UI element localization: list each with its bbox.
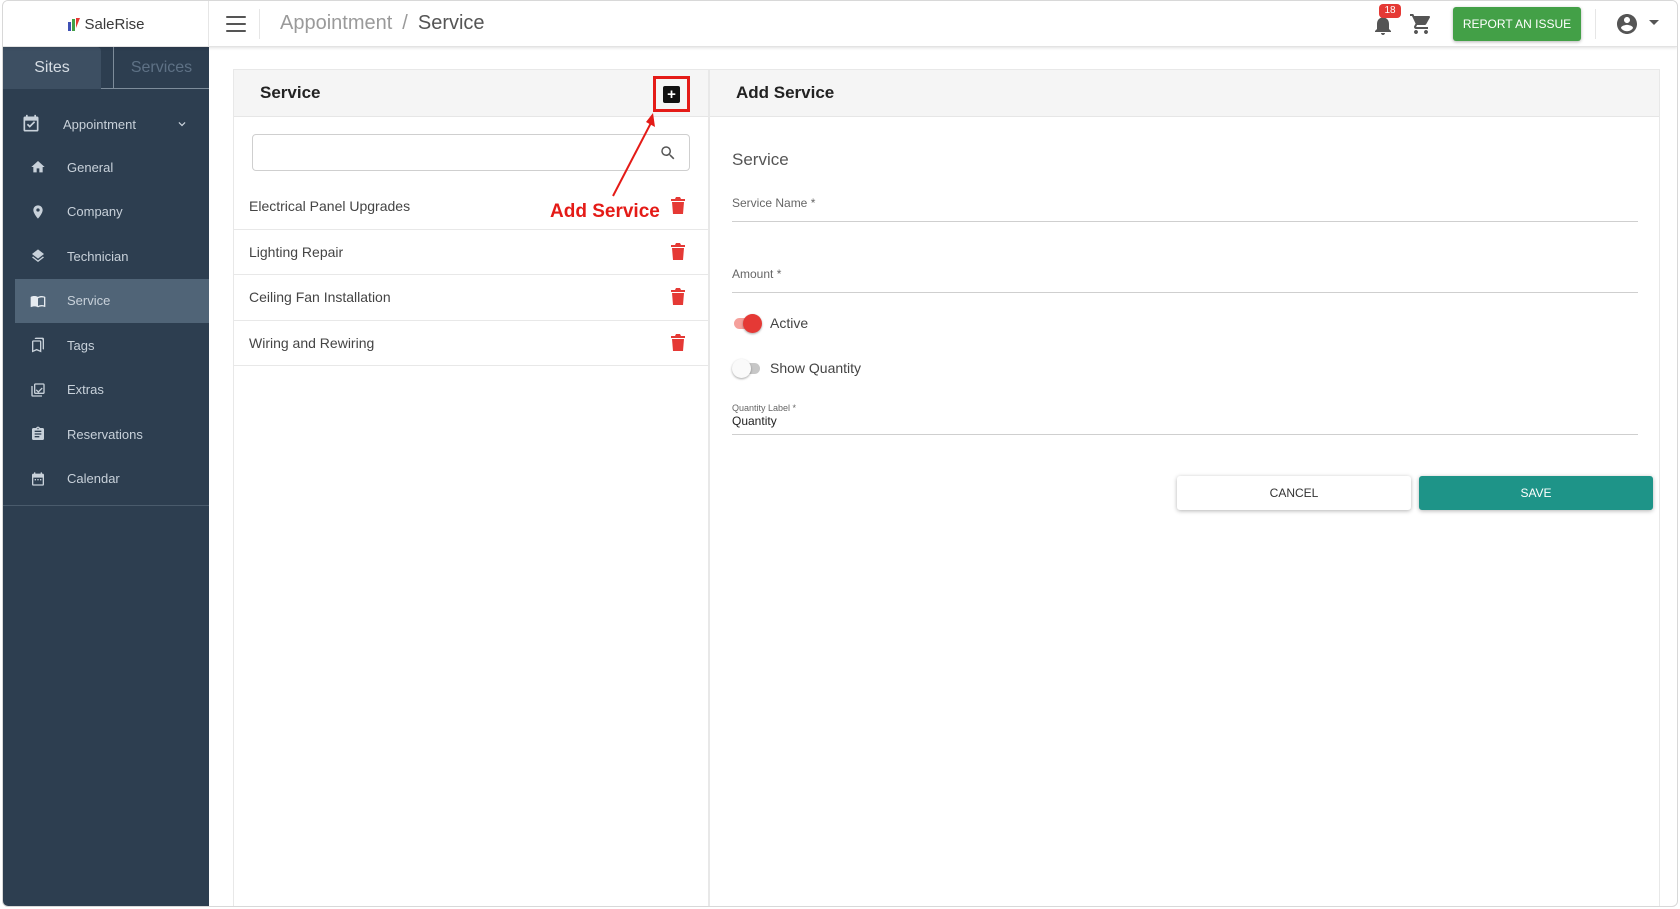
active-toggle[interactable] bbox=[732, 313, 762, 333]
bookmarks-icon bbox=[29, 336, 47, 354]
sidebar-group-label: Appointment bbox=[63, 116, 136, 132]
chevron-down-icon bbox=[178, 122, 186, 127]
add-service-header: Add Service bbox=[710, 70, 1659, 117]
notification-badge: 18 bbox=[1379, 4, 1401, 18]
active-label: Active bbox=[770, 315, 809, 331]
account-circle-icon[interactable] bbox=[1615, 12, 1639, 36]
delete-icon[interactable] bbox=[671, 242, 685, 260]
salerise-logo-icon bbox=[68, 18, 81, 31]
account-dropdown-caret-icon[interactable] bbox=[1649, 20, 1659, 25]
cart-icon[interactable] bbox=[1409, 12, 1433, 36]
service-list-header: Service + bbox=[234, 70, 708, 117]
logo[interactable]: SaleRise bbox=[66, 15, 145, 33]
sidebar-item-tags[interactable]: Tags bbox=[3, 323, 209, 368]
show-quantity-label: Show Quantity bbox=[770, 360, 862, 376]
header-divider-right bbox=[1595, 9, 1596, 39]
sidebar-item-company[interactable]: Company bbox=[3, 190, 209, 235]
annotation-arrow-icon bbox=[612, 113, 655, 197]
show-quantity-toggle[interactable] bbox=[732, 358, 762, 378]
sidebar-divider bbox=[3, 505, 209, 506]
logo-text: SaleRise bbox=[84, 15, 145, 33]
delete-icon[interactable] bbox=[671, 197, 685, 214]
quantity-label-field[interactable]: Quantity Label * Quantity bbox=[732, 403, 1638, 435]
calendar-check-icon bbox=[23, 114, 39, 132]
calendar-icon bbox=[29, 470, 47, 488]
book-icon bbox=[29, 292, 47, 310]
service-name-field[interactable]: Service Name * bbox=[732, 196, 1638, 222]
breadcrumb-separator: / bbox=[402, 12, 408, 34]
sidebar-group-appointment[interactable]: Appointment bbox=[3, 103, 209, 145]
sidebar-item-label: Tags bbox=[67, 337, 95, 353]
layers-icon bbox=[29, 247, 47, 265]
sidebar-item-label: Company bbox=[67, 204, 123, 220]
delete-icon[interactable] bbox=[671, 288, 685, 305]
location-pin-icon bbox=[29, 203, 47, 221]
sidebar-item-label: Service bbox=[67, 293, 111, 309]
breadcrumb: Appointment / Service bbox=[280, 12, 485, 35]
sidebar-tabs: Sites Services bbox=[3, 47, 209, 89]
clipboard-icon bbox=[29, 425, 47, 443]
hamburger-menu-icon[interactable] bbox=[225, 14, 247, 34]
sidebar-item-reservations[interactable]: Reservations bbox=[3, 412, 209, 457]
checklist-icon bbox=[29, 381, 47, 399]
sidebar-item-label: Extras bbox=[67, 382, 104, 398]
amount-label: Amount * bbox=[732, 267, 782, 281]
plus-icon: + bbox=[663, 85, 680, 103]
service-name: Wiring and Rewiring bbox=[249, 334, 375, 351]
sidebar-item-general[interactable]: General bbox=[3, 145, 209, 190]
sidebar: Sites Services Appointment General Compa… bbox=[3, 47, 209, 906]
sidebar-item-label: Technician bbox=[67, 248, 129, 264]
header-divider bbox=[259, 9, 260, 39]
top-bar: SaleRise Appointment / Service 18 REPORT… bbox=[3, 1, 1677, 47]
quantity-label-value[interactable]: Quantity bbox=[732, 414, 1638, 428]
add-service-panel: Add Service Service Service Name * Amoun… bbox=[709, 69, 1660, 906]
save-button[interactable]: SAVE bbox=[1419, 476, 1653, 510]
service-name: Electrical Panel Upgrades bbox=[249, 198, 411, 215]
sidebar-item-label: General bbox=[67, 159, 114, 175]
sidebar-item-service[interactable]: Service bbox=[15, 278, 209, 323]
tab-underline bbox=[101, 88, 113, 89]
sidebar-item-label: Calendar bbox=[67, 471, 120, 487]
service-name: Lighting Repair bbox=[249, 243, 344, 260]
sidebar-item-calendar[interactable]: Calendar bbox=[3, 457, 209, 502]
sidebar-item-extras[interactable]: Extras bbox=[3, 368, 209, 413]
breadcrumb-item-service: Service bbox=[417, 12, 485, 34]
report-issue-button[interactable]: REPORT AN ISSUE bbox=[1453, 7, 1581, 41]
show-quantity-toggle-row: Show Quantity bbox=[732, 358, 861, 378]
list-item[interactable]: Wiring and Rewiring bbox=[234, 321, 708, 366]
sidebar-item-label: Reservations bbox=[67, 426, 143, 442]
app-window: SaleRise Appointment / Service 18 REPORT… bbox=[2, 0, 1678, 907]
cancel-button[interactable]: CANCEL bbox=[1177, 476, 1411, 510]
logo-area: SaleRise bbox=[3, 1, 209, 47]
annotation-label: Add Service bbox=[550, 201, 660, 222]
tab-sites[interactable]: Sites bbox=[3, 47, 101, 89]
delete-icon[interactable] bbox=[671, 333, 685, 351]
service-name-label: Service Name * bbox=[732, 196, 816, 210]
sidebar-nav: Appointment General Company Technician S… bbox=[3, 103, 209, 501]
quantity-label-label: Quantity Label * bbox=[732, 403, 797, 413]
service-list-title: Service bbox=[260, 83, 321, 102]
list-item[interactable]: Lighting Repair bbox=[234, 230, 708, 275]
amount-field[interactable]: Amount * bbox=[732, 267, 1638, 293]
search-input[interactable] bbox=[253, 135, 633, 170]
list-item[interactable]: Ceiling Fan Installation bbox=[234, 275, 708, 321]
form-section-title: Service bbox=[732, 150, 789, 169]
home-icon bbox=[29, 158, 47, 176]
service-name: Ceiling Fan Installation bbox=[249, 289, 391, 306]
sidebar-item-technician[interactable]: Technician bbox=[3, 234, 209, 279]
add-service-button[interactable]: + bbox=[653, 76, 690, 112]
active-toggle-row: Active bbox=[732, 313, 808, 333]
breadcrumb-item-appointment[interactable]: Appointment bbox=[280, 12, 392, 35]
tab-services[interactable]: Services bbox=[113, 47, 209, 89]
